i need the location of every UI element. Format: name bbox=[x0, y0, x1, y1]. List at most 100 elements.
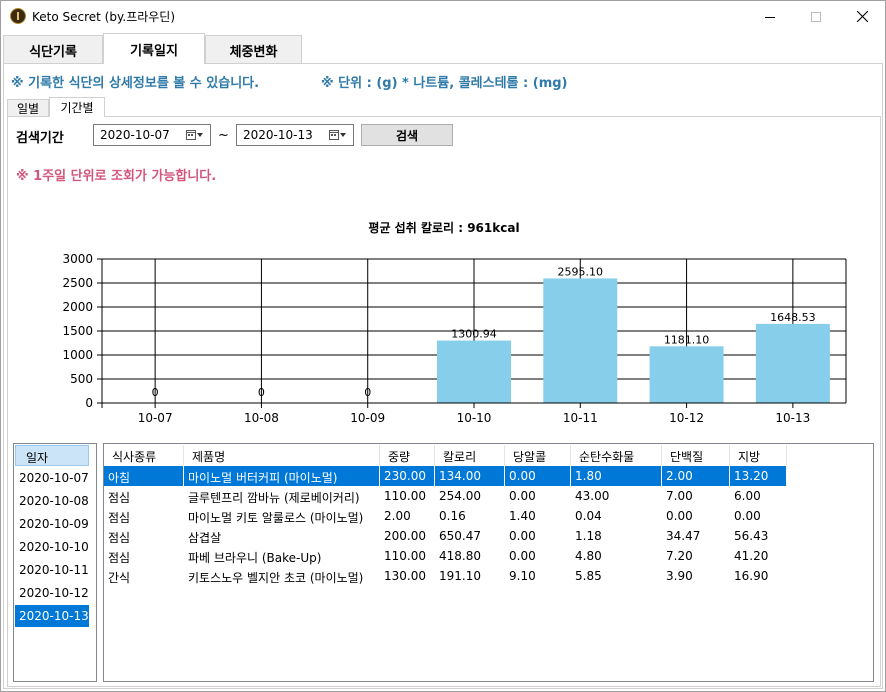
table-cell[interactable]: 마이노멀 버터커피 (마이노멀) bbox=[184, 466, 380, 486]
table-cell[interactable]: 130.00 bbox=[380, 566, 435, 586]
table-cell[interactable]: 1.18 bbox=[571, 526, 662, 546]
table-cell[interactable]: 4.80 bbox=[571, 546, 662, 566]
close-button[interactable] bbox=[839, 1, 885, 32]
table-cell[interactable]: 13.20 bbox=[730, 466, 787, 486]
column-header[interactable]: 단백질 bbox=[662, 445, 730, 465]
end-date-picker[interactable]: 2020-10-13 bbox=[236, 124, 354, 146]
x-tick-label: 10-09 bbox=[350, 411, 385, 425]
table-cell[interactable]: 43.00 bbox=[571, 486, 662, 506]
table-cell[interactable]: 254.00 bbox=[435, 486, 505, 506]
table-cell[interactable]: 글루텐프리 깜바뉴 (제로베이커리) bbox=[184, 486, 380, 506]
column-header[interactable]: 칼로리 bbox=[435, 445, 505, 465]
table-cell[interactable]: 점심 bbox=[104, 526, 184, 546]
table-cell[interactable]: 삼겹살 bbox=[184, 526, 380, 546]
table-cell[interactable]: 0.00 bbox=[505, 546, 571, 566]
date-list-item[interactable]: 2020-10-12 bbox=[15, 582, 89, 604]
table-cell[interactable]: 간식 bbox=[104, 566, 184, 586]
maximize-button[interactable] bbox=[793, 1, 839, 32]
data-label: 0 bbox=[152, 386, 159, 399]
grid-header-row: 식사종류 제품명 중량 칼로리 당알콜 순탄수화물 단백질 지방 bbox=[104, 445, 787, 465]
table-cell[interactable]: 191.10 bbox=[435, 566, 505, 586]
unit-info-text: ※ 단위 : (g) * 나트륨, 콜레스테롤 : (mg) bbox=[321, 76, 568, 91]
table-cell[interactable]: 0.16 bbox=[435, 506, 505, 526]
table-cell[interactable]: 6.00 bbox=[730, 486, 787, 506]
table-row[interactable]: 점심 삼겹살 200.00 650.47 0.00 1.18 34.47 56.43 bbox=[104, 526, 787, 546]
table-cell[interactable]: 56.43 bbox=[730, 526, 787, 546]
table-cell[interactable]: 1.80 bbox=[571, 466, 662, 486]
meal-detail-grid[interactable]: 식사종류 제품명 중량 칼로리 당알콜 순탄수화물 단백질 지방 아침 마이노멀 버터커피 (마… bbox=[103, 443, 874, 682]
tab-period[interactable]: 기간별 bbox=[49, 97, 105, 117]
table-cell[interactable]: 650.47 bbox=[435, 526, 505, 546]
table-cell[interactable]: 파베 브라우니 (Bake-Up) bbox=[184, 546, 380, 566]
data-label: 0 bbox=[258, 386, 265, 399]
table-row[interactable]: 아침 마이노멀 버터커피 (마이노멀) 230.00 134.00 0.00 1.80 2.… bbox=[104, 466, 787, 486]
table-cell[interactable]: 7.20 bbox=[662, 546, 730, 566]
table-cell[interactable]: 3.90 bbox=[662, 566, 730, 586]
table-row[interactable]: 점심 파베 브라우니 (Bake-Up) 110.00 418.80 0.00 4.80 7… bbox=[104, 546, 787, 566]
table-cell[interactable]: 점심 bbox=[104, 506, 184, 526]
table-row[interactable]: 점심 마이노멀 키토 알룰로스 (마이노멀) 2.00 0.16 1.40 0.04 0.0… bbox=[104, 506, 787, 526]
table-cell[interactable]: 200.00 bbox=[380, 526, 435, 546]
column-header[interactable]: 순탄수화물 bbox=[571, 445, 662, 465]
search-button[interactable]: 검색 bbox=[361, 124, 453, 146]
table-cell[interactable]: 0.00 bbox=[505, 486, 571, 506]
date-list-item[interactable]: 2020-10-10 bbox=[15, 536, 89, 558]
table-cell[interactable]: 0.00 bbox=[730, 506, 787, 526]
date-list-item[interactable]: 2020-10-07 bbox=[15, 467, 89, 489]
table-cell[interactable]: 7.00 bbox=[662, 486, 730, 506]
column-header[interactable]: 제품명 bbox=[184, 445, 380, 465]
table-cell[interactable]: 34.47 bbox=[662, 526, 730, 546]
date-list[interactable]: 일자 2020-10-07 2020-10-08 2020-10-09 2020-10… bbox=[13, 443, 97, 682]
table-cell[interactable]: 230.00 bbox=[380, 466, 435, 486]
date-list-item[interactable]: 2020-10-08 bbox=[15, 490, 89, 512]
table-cell[interactable]: 2.00 bbox=[662, 466, 730, 486]
table-cell[interactable]: 점심 bbox=[104, 546, 184, 566]
start-date-picker[interactable]: 2020-10-07 bbox=[93, 124, 211, 146]
minimize-button[interactable] bbox=[747, 1, 793, 32]
column-header[interactable]: 식사종류 bbox=[104, 445, 184, 465]
column-header[interactable]: 당알콜 bbox=[505, 445, 571, 465]
table-cell[interactable]: 110.00 bbox=[380, 546, 435, 566]
table-cell[interactable]: 0.00 bbox=[662, 506, 730, 526]
bar bbox=[755, 323, 830, 403]
table-cell[interactable]: 418.80 bbox=[435, 546, 505, 566]
title-bar[interactable]: Keto Secret (by.프라우딘) bbox=[1, 1, 885, 32]
table-cell[interactable]: 1.40 bbox=[505, 506, 571, 526]
minimize-icon bbox=[765, 16, 775, 18]
data-label: 1648.53 bbox=[770, 311, 816, 324]
table-cell[interactable]: 0.04 bbox=[571, 506, 662, 526]
table-cell[interactable]: 5.85 bbox=[571, 566, 662, 586]
tab-meal-record[interactable]: 식단기록 bbox=[3, 35, 103, 64]
date-list-item[interactable]: 2020-10-13 bbox=[15, 605, 89, 627]
table-cell[interactable]: 110.00 bbox=[380, 486, 435, 506]
date-list-item[interactable]: 2020-10-09 bbox=[15, 513, 89, 535]
table-cell[interactable]: 키토스노우 벨지안 초코 (마이노멀) bbox=[184, 566, 380, 586]
table-cell[interactable]: 41.20 bbox=[730, 546, 787, 566]
table-cell[interactable]: 134.00 bbox=[435, 466, 505, 486]
table-cell[interactable]: 점심 bbox=[104, 486, 184, 506]
bar bbox=[437, 340, 511, 403]
table-cell[interactable]: 2.00 bbox=[380, 506, 435, 526]
tab-daily[interactable]: 일별 bbox=[7, 99, 49, 117]
table-cell[interactable]: 아침 bbox=[104, 466, 184, 486]
calendar-dropdown-icon[interactable] bbox=[329, 128, 347, 142]
table-cell[interactable]: 0.00 bbox=[505, 466, 571, 486]
x-tick-label: 10-13 bbox=[775, 411, 810, 425]
column-header[interactable]: 지방 bbox=[730, 445, 787, 465]
window-title: Keto Secret (by.프라우딘) bbox=[32, 10, 176, 24]
date-list-item[interactable]: 2020-10-11 bbox=[15, 559, 89, 581]
calendar-dropdown-icon[interactable] bbox=[186, 128, 204, 142]
table-cell[interactable]: 16.90 bbox=[730, 566, 787, 586]
y-tick-label: 0 bbox=[85, 396, 93, 410]
table-row[interactable]: 간식 키토스노우 벨지안 초코 (마이노멀) 130.00 191.10 9.10 5.8… bbox=[104, 566, 787, 586]
table-cell[interactable]: 0.00 bbox=[505, 526, 571, 546]
table-cell[interactable]: 9.10 bbox=[505, 566, 571, 586]
x-tick-label: 10-12 bbox=[669, 411, 704, 425]
tab-record-journal[interactable]: 기록일지 bbox=[103, 33, 205, 64]
column-header[interactable]: 중량 bbox=[380, 445, 435, 465]
close-icon bbox=[856, 11, 868, 22]
table-cell[interactable]: 마이노멀 키토 알룰로스 (마이노멀) bbox=[184, 506, 380, 526]
table-row[interactable]: 점심 글루텐프리 깜바뉴 (제로베이커리) 110.00 254.00 0.00 43.0… bbox=[104, 486, 787, 506]
date-list-header[interactable]: 일자 bbox=[15, 445, 89, 466]
tab-weight-change[interactable]: 체중변화 bbox=[205, 35, 302, 64]
